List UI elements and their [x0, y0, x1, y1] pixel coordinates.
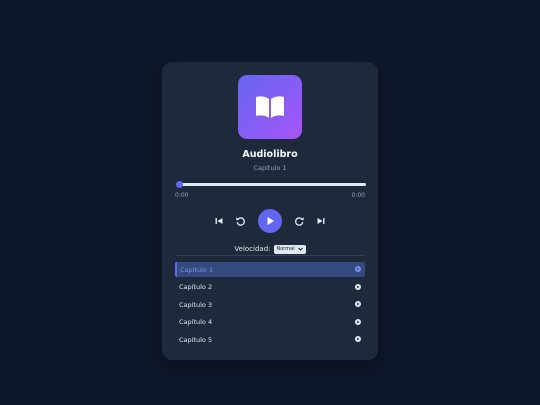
previous-button[interactable] [213, 215, 225, 227]
rewind-icon [236, 217, 245, 226]
chevron-down-icon [297, 247, 303, 251]
chapter-play-icon[interactable] [355, 318, 361, 325]
forward-icon [295, 217, 304, 226]
next-button[interactable] [315, 215, 327, 227]
divider [175, 255, 365, 256]
time-current: 0:00 [175, 192, 189, 199]
chapter-play-icon[interactable] [355, 283, 361, 290]
playback-controls [162, 209, 378, 233]
chapter-item-1[interactable]: Capítulo 1 [175, 262, 365, 277]
speed-label: Velocidad: [234, 245, 271, 253]
chapter-list: Capítulo 1 Capítulo 2 Capítulo 3 Capítul… [175, 262, 365, 350]
chapter-label: Capítulo 2 [179, 283, 213, 292]
current-chapter-label: Capítulo 1 [253, 164, 287, 172]
play-button[interactable] [258, 209, 282, 233]
play-icon [267, 217, 274, 225]
speed-select[interactable]: Normal [273, 244, 306, 254]
chapter-label: Capítulo 3 [179, 300, 213, 309]
chapter-label: Capítulo 1 [180, 265, 214, 274]
open-book-icon [256, 96, 284, 118]
progress-bar[interactable] [176, 181, 366, 188]
skip-previous-icon [215, 218, 223, 224]
chapter-item-4[interactable]: Capítulo 4 [175, 315, 365, 330]
chapter-label: Capítulo 4 [179, 318, 213, 327]
chapter-play-icon[interactable] [355, 266, 361, 272]
chapter-label: Capítulo 5 [179, 335, 213, 344]
skip-next-icon [317, 218, 325, 224]
audiobook-cover [238, 75, 302, 139]
progress-thumb[interactable] [176, 181, 183, 188]
chapter-item-3[interactable]: Capítulo 3 [175, 297, 365, 312]
chapter-play-icon[interactable] [355, 336, 361, 343]
chapter-item-5[interactable]: Capítulo 5 [175, 332, 365, 347]
chapter-play-icon[interactable] [355, 301, 361, 308]
rewind-button[interactable] [234, 215, 246, 227]
time-total: 0:00 [351, 192, 365, 199]
audiobook-player-card: Audiolibro Capítulo 1 0:00 0:00 Velocida… [162, 62, 378, 360]
audiobook-title: Audiolibro [242, 149, 298, 160]
speed-row: Velocidad: Normal [162, 243, 378, 255]
forward-button[interactable] [294, 215, 306, 227]
chapter-item-2[interactable]: Capítulo 2 [175, 280, 365, 295]
speed-select-value: Normal [276, 246, 295, 252]
